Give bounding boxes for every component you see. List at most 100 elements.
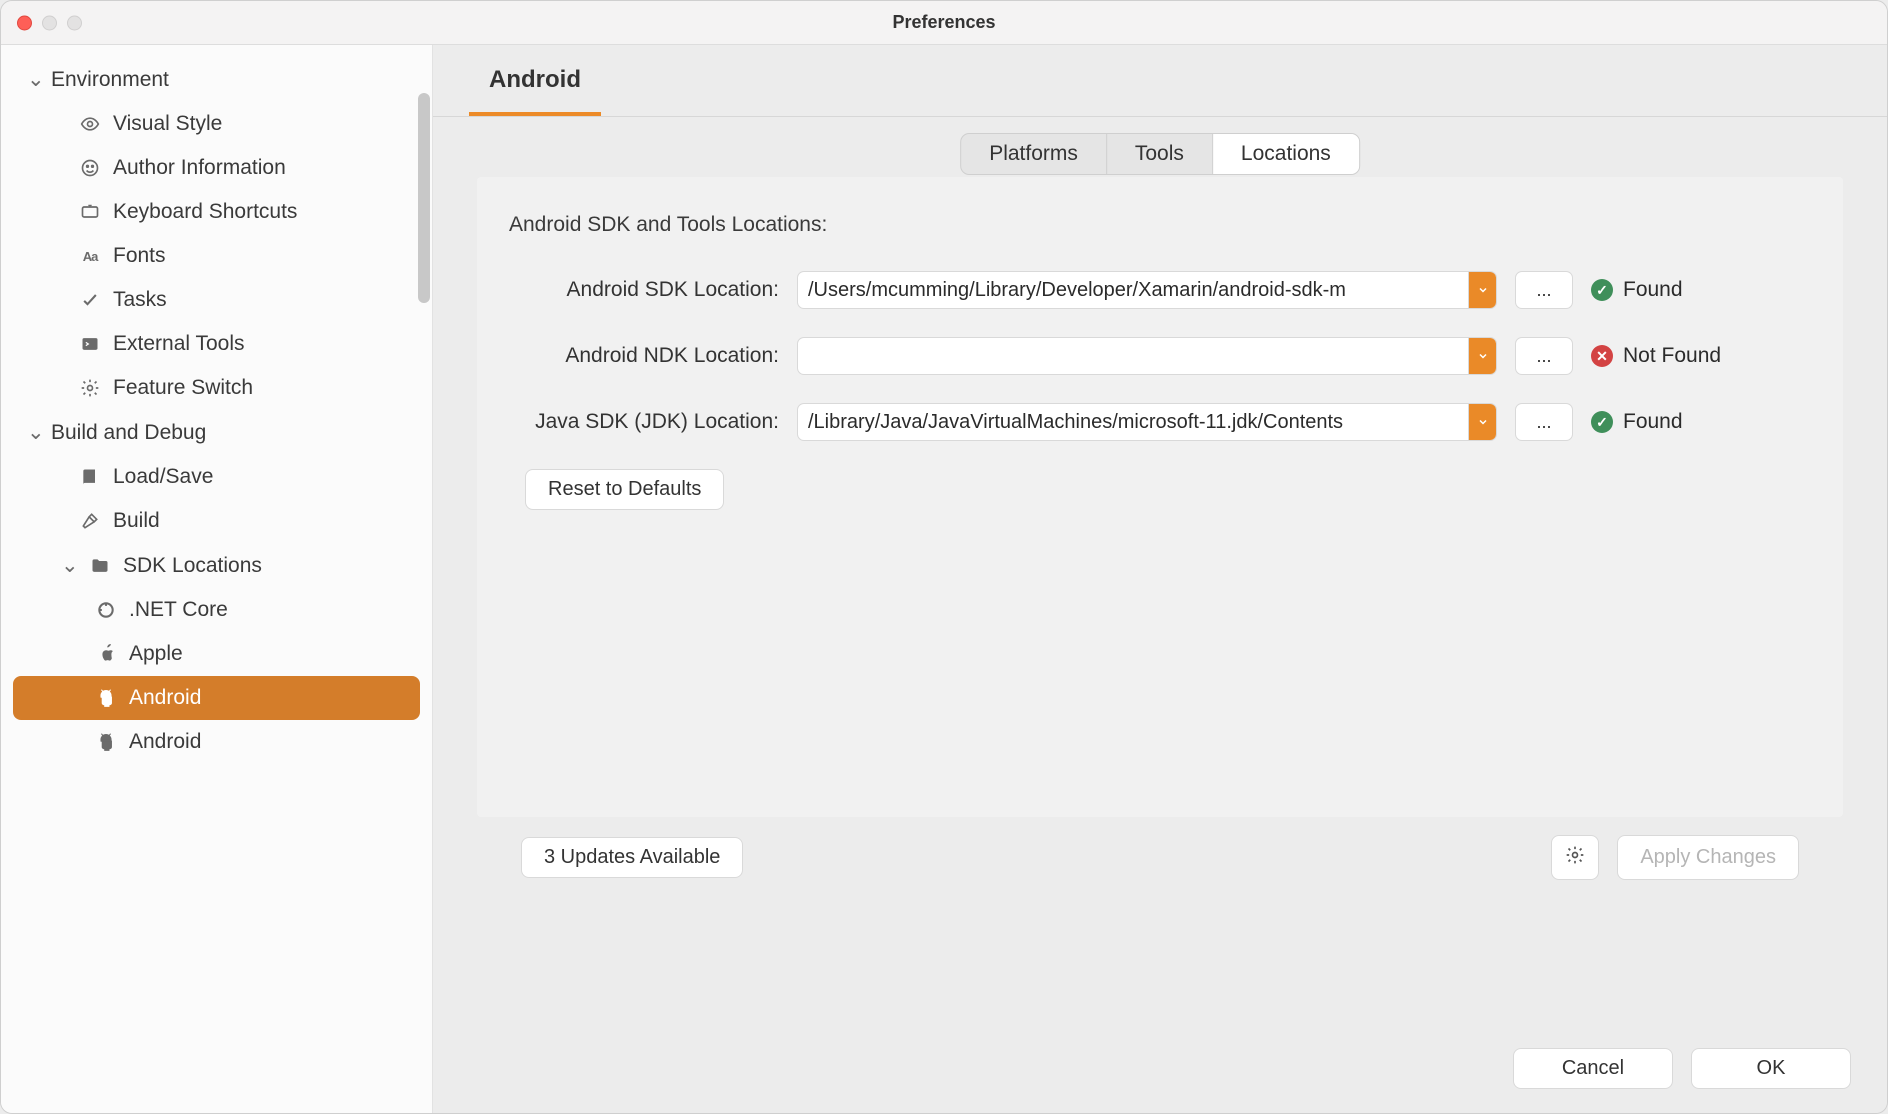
sidebar-item-fonts[interactable]: Aa Fonts <box>13 234 420 278</box>
folder-icon <box>89 555 111 577</box>
sidebar-section-environment[interactable]: ⌄ Environment <box>1 57 432 102</box>
android-ndk-location-combo[interactable] <box>797 337 1497 375</box>
apply-changes-button[interactable]: Apply Changes <box>1617 835 1799 880</box>
scrollbar-thumb[interactable] <box>418 93 430 303</box>
combo-value: /Library/Java/JavaVirtualMachines/micros… <box>798 411 1468 434</box>
sidebar-item-sdk-locations[interactable]: ⌄ SDK Locations <box>13 543 420 588</box>
status-text: Found <box>1623 278 1683 302</box>
chevron-down-icon: ⌄ <box>27 67 43 92</box>
row-label: Android SDK Location: <box>509 278 779 302</box>
hammer-icon <box>79 510 101 532</box>
sidebar-section-build-debug[interactable]: ⌄ Build and Debug <box>1 410 432 455</box>
status-sdk: ✓ Found <box>1591 278 1683 302</box>
sidebar-item-label: Android <box>129 730 201 754</box>
segment-platforms[interactable]: Platforms <box>961 134 1107 174</box>
chevron-down-icon: ⌄ <box>61 553 77 578</box>
sidebar-item-label: Feature Switch <box>113 376 253 400</box>
sidebar-item-external-tools[interactable]: External Tools <box>13 322 420 366</box>
row-java-sdk: Java SDK (JDK) Location: /Library/Java/J… <box>509 403 1811 441</box>
terminal-icon <box>79 333 101 355</box>
window-controls <box>17 15 82 30</box>
browse-sdk-button[interactable]: ... <box>1515 271 1573 309</box>
sidebar-item-tasks[interactable]: Tasks <box>13 278 420 322</box>
gear-icon <box>79 377 101 399</box>
sidebar-item-android-selected[interactable]: Android <box>13 676 420 720</box>
sidebar-item-label: SDK Locations <box>123 554 262 578</box>
android-sdk-location-combo[interactable]: /Users/mcumming/Library/Developer/Xamari… <box>797 271 1497 309</box>
book-icon <box>79 466 101 488</box>
sidebar-item-label: Apple <box>129 642 183 666</box>
sidebar-item-apple[interactable]: Apple <box>13 632 420 676</box>
updates-available-button[interactable]: 3 Updates Available <box>521 837 743 878</box>
combo-value: /Users/mcumming/Library/Developer/Xamari… <box>798 279 1468 302</box>
status-ndk: ✕ Not Found <box>1591 344 1721 368</box>
check-circle-icon: ✓ <box>1591 279 1613 301</box>
close-icon[interactable] <box>17 15 32 30</box>
window-body: ⌄ Environment Visual Style Author Inform… <box>1 45 1887 1113</box>
segment-locations[interactable]: Locations <box>1213 134 1359 174</box>
ok-button[interactable]: OK <box>1691 1048 1851 1089</box>
zoom-icon[interactable] <box>67 15 82 30</box>
cancel-button[interactable]: Cancel <box>1513 1048 1673 1089</box>
dialog-buttons: Cancel OK <box>433 1020 1887 1113</box>
apple-icon <box>95 643 117 665</box>
browse-jdk-button[interactable]: ... <box>1515 403 1573 441</box>
content: Platforms Tools Locations Android SDK an… <box>433 117 1887 1020</box>
row-android-ndk: Android NDK Location: ... ✕ Not Found <box>509 337 1811 375</box>
sidebar-item-label: Author Information <box>113 156 286 180</box>
sidebar-item-label: Visual Style <box>113 112 222 136</box>
panel-heading: Android SDK and Tools Locations: <box>509 213 1811 237</box>
android-icon <box>95 731 117 753</box>
x-circle-icon: ✕ <box>1591 345 1613 367</box>
sidebar-item-keyboard-shortcuts[interactable]: Keyboard Shortcuts <box>13 190 420 234</box>
minimize-icon[interactable] <box>42 15 57 30</box>
java-sdk-location-combo[interactable]: /Library/Java/JavaVirtualMachines/micros… <box>797 403 1497 441</box>
dotnet-icon <box>95 599 117 621</box>
chevron-down-icon[interactable] <box>1468 404 1496 440</box>
row-label: Android NDK Location: <box>509 344 779 368</box>
row-android-sdk: Android SDK Location: /Users/mcumming/Li… <box>509 271 1811 309</box>
sidebar-item-feature-switch[interactable]: Feature Switch <box>13 366 420 410</box>
settings-gear-button[interactable] <box>1551 835 1599 880</box>
sidebar-item-label: .NET Core <box>129 598 228 622</box>
status-jdk: ✓ Found <box>1591 410 1683 434</box>
sidebar-item-visual-style[interactable]: Visual Style <box>13 102 420 146</box>
tab-android[interactable]: Android <box>469 48 601 116</box>
segmented-control: Platforms Tools Locations <box>960 133 1360 175</box>
segment-tools[interactable]: Tools <box>1107 134 1213 174</box>
check-circle-icon: ✓ <box>1591 411 1613 433</box>
status-text: Not Found <box>1623 344 1721 368</box>
sidebar-item-build[interactable]: Build <box>13 499 420 543</box>
titlebar: Preferences <box>1 1 1887 45</box>
eye-icon <box>79 113 101 135</box>
gear-icon <box>1564 844 1586 866</box>
sidebar-item-label: Android <box>129 686 201 710</box>
smiley-icon <box>79 157 101 179</box>
keyboard-icon <box>79 201 101 223</box>
sidebar-item-dotnet-core[interactable]: .NET Core <box>13 588 420 632</box>
chevron-down-icon[interactable] <box>1468 338 1496 374</box>
chevron-down-icon[interactable] <box>1468 272 1496 308</box>
reset-to-defaults-button[interactable]: Reset to Defaults <box>525 469 724 510</box>
main-panel: Android Platforms Tools Locations Androi… <box>433 45 1887 1113</box>
browse-ndk-button[interactable]: ... <box>1515 337 1573 375</box>
chevron-down-icon: ⌄ <box>27 420 43 445</box>
sidebar-item-load-save[interactable]: Load/Save <box>13 455 420 499</box>
sidebar-item-android[interactable]: Android <box>13 720 420 764</box>
sidebar-section-label: Environment <box>51 68 169 92</box>
status-text: Found <box>1623 410 1683 434</box>
sidebar-item-label: Load/Save <box>113 465 213 489</box>
preferences-window: Preferences ⌄ Environment Visual Style A… <box>0 0 1888 1114</box>
sidebar: ⌄ Environment Visual Style Author Inform… <box>1 45 433 1113</box>
page-tabbar: Android <box>433 45 1887 117</box>
sidebar-item-author-information[interactable]: Author Information <box>13 146 420 190</box>
android-icon <box>95 687 117 709</box>
sidebar-item-label: Tasks <box>113 288 167 312</box>
row-label: Java SDK (JDK) Location: <box>509 410 779 434</box>
sidebar-item-label: Keyboard Shortcuts <box>113 200 297 224</box>
locations-panel: Android SDK and Tools Locations: Android… <box>477 177 1843 817</box>
sidebar-item-label: Fonts <box>113 244 166 268</box>
sidebar-section-label: Build and Debug <box>51 421 206 445</box>
panel-footer: 3 Updates Available Apply Changes <box>477 817 1843 884</box>
window-title: Preferences <box>892 12 995 33</box>
